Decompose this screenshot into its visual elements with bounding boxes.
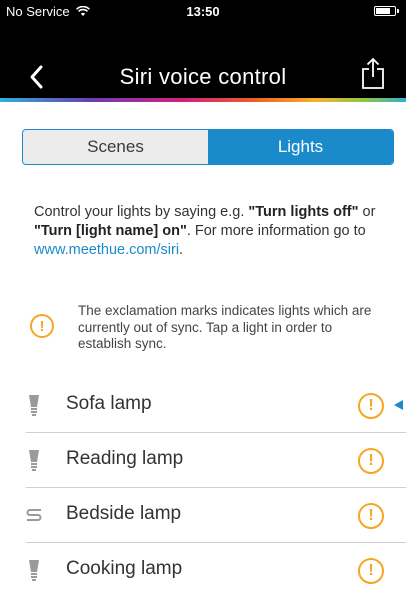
light-row-bedside-lamp[interactable]: Bedside lamp ! [26, 488, 406, 543]
out-of-sync-icon[interactable]: ! [358, 558, 384, 584]
light-list: Sofa lamp ! Reading lamp ! Bedside lamp … [26, 378, 406, 589]
light-row-sofa-lamp[interactable]: Sofa lamp ! [26, 378, 406, 433]
page-title: Siri voice control [119, 64, 287, 89]
siri-instructions: Control your lights by saying e.g. "Turn… [34, 203, 386, 260]
selection-pointer-icon [394, 400, 403, 410]
instructions-text-4: . [179, 242, 184, 258]
light-name: Reading lamp [66, 448, 184, 469]
out-of-sync-icon[interactable]: ! [358, 448, 384, 474]
tab-lights[interactable]: Lights [208, 130, 393, 164]
instructions-text-1: Control your lights by saying e.g. [34, 204, 249, 220]
exclamation-icon: ! [30, 314, 54, 338]
battery-icon [374, 6, 399, 16]
share-icon[interactable] [358, 56, 388, 90]
instructions-text-3: . For more information go to [186, 223, 366, 239]
light-name: Sofa lamp [66, 393, 152, 414]
lightstrip-icon [26, 509, 42, 521]
navigation-bar: Siri voice control [0, 22, 406, 100]
example-command-light-on: "Turn [light name] on" [34, 223, 187, 239]
bulb-icon [29, 560, 39, 581]
instructions-text-2: or [358, 204, 376, 220]
sync-explanation: ! The exclamation marks indicates lights… [30, 303, 390, 363]
light-row-reading-lamp[interactable]: Reading lamp ! [26, 433, 406, 488]
light-name: Bedside lamp [66, 503, 182, 524]
sync-explanation-text: The exclamation marks indicates lights w… [78, 303, 372, 351]
example-command-lights-off: "Turn lights off" [248, 204, 359, 220]
brand-color-strip [0, 98, 406, 102]
bulb-icon [29, 450, 39, 471]
meethue-siri-link[interactable]: www.meethue.com/siri [34, 242, 179, 258]
status-bar: No Service 13:50 [0, 0, 406, 22]
out-of-sync-icon[interactable]: ! [358, 393, 384, 419]
out-of-sync-icon[interactable]: ! [358, 503, 384, 529]
scenes-lights-segmented-control: Scenes Lights [22, 129, 394, 165]
tab-scenes[interactable]: Scenes [23, 130, 208, 164]
light-name: Cooking lamp [66, 558, 183, 579]
light-row-cooking-lamp[interactable]: Cooking lamp ! [26, 543, 406, 589]
bulb-icon [29, 395, 39, 416]
clock: 13:50 [186, 4, 220, 19]
